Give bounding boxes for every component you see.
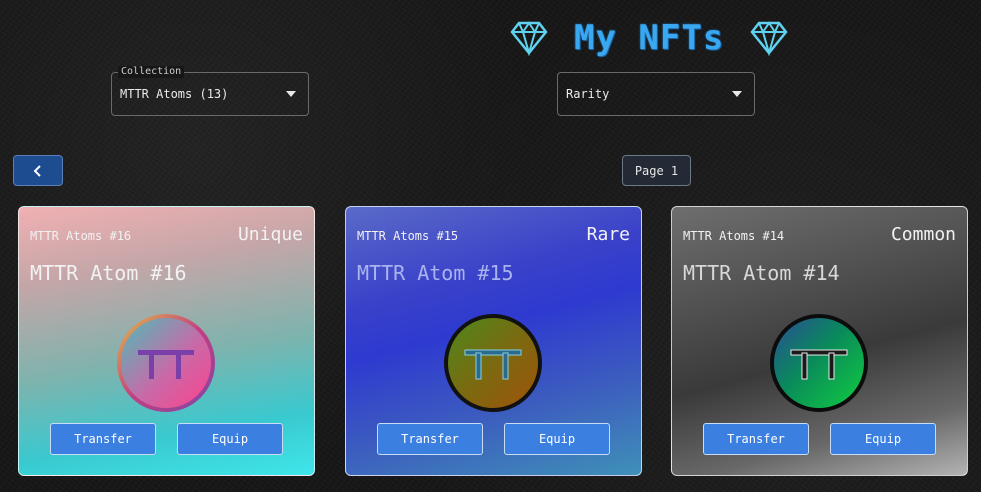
transfer-button[interactable]: Transfer — [377, 423, 483, 455]
dropdown-arrow-icon — [286, 91, 296, 97]
nft-card[interactable]: MTTR Atoms #15 Rare MTTR Atom #15 Transf… — [345, 206, 642, 476]
nft-collection-label: MTTR Atoms #14 — [683, 229, 785, 243]
transfer-button[interactable]: Transfer — [50, 423, 156, 455]
nft-rarity-label: Common — [890, 224, 956, 245]
page-header: My NFTs — [510, 16, 802, 60]
collection-select-value: MTTR Atoms (13) — [120, 87, 229, 101]
diamond-icon — [750, 21, 788, 56]
nft-card[interactable]: MTTR Atoms #16 Unique MTTR Atom #16 Tran… — [18, 206, 315, 476]
collection-select-label: Collection — [118, 66, 185, 78]
page-title: My NFTs — [574, 18, 725, 58]
rarity-select[interactable]: Rarity — [557, 72, 755, 116]
rarity-select-placeholder: Rarity — [566, 87, 610, 101]
nft-rarity-label: Rare — [586, 224, 630, 245]
nft-collection-label: MTTR Atoms #15 — [357, 229, 459, 243]
diamond-icon — [510, 21, 548, 56]
nft-atom-image — [117, 314, 215, 412]
equip-button[interactable]: Equip — [177, 423, 283, 455]
nft-card[interactable]: MTTR Atoms #14 Common MTTR Atom #14 Tran… — [671, 206, 968, 476]
collection-select[interactable]: Collection MTTR Atoms (13) — [111, 66, 309, 116]
equip-button[interactable]: Equip — [504, 423, 610, 455]
nft-atom-image — [444, 314, 542, 412]
nft-name: MTTR Atom #15 — [357, 261, 514, 285]
previous-page-button[interactable] — [13, 155, 63, 186]
transfer-button[interactable]: Transfer — [703, 423, 809, 455]
nft-name: MTTR Atom #14 — [683, 261, 840, 285]
dropdown-arrow-icon — [732, 91, 742, 97]
page-indicator[interactable]: Page 1 — [622, 155, 691, 186]
nft-rarity-label: Unique — [237, 224, 303, 245]
nft-atom-image — [770, 314, 868, 412]
nft-collection-label: MTTR Atoms #16 — [30, 229, 132, 243]
chevron-left-icon — [33, 164, 41, 177]
equip-button[interactable]: Equip — [830, 423, 936, 455]
nft-name: MTTR Atom #16 — [30, 261, 187, 285]
